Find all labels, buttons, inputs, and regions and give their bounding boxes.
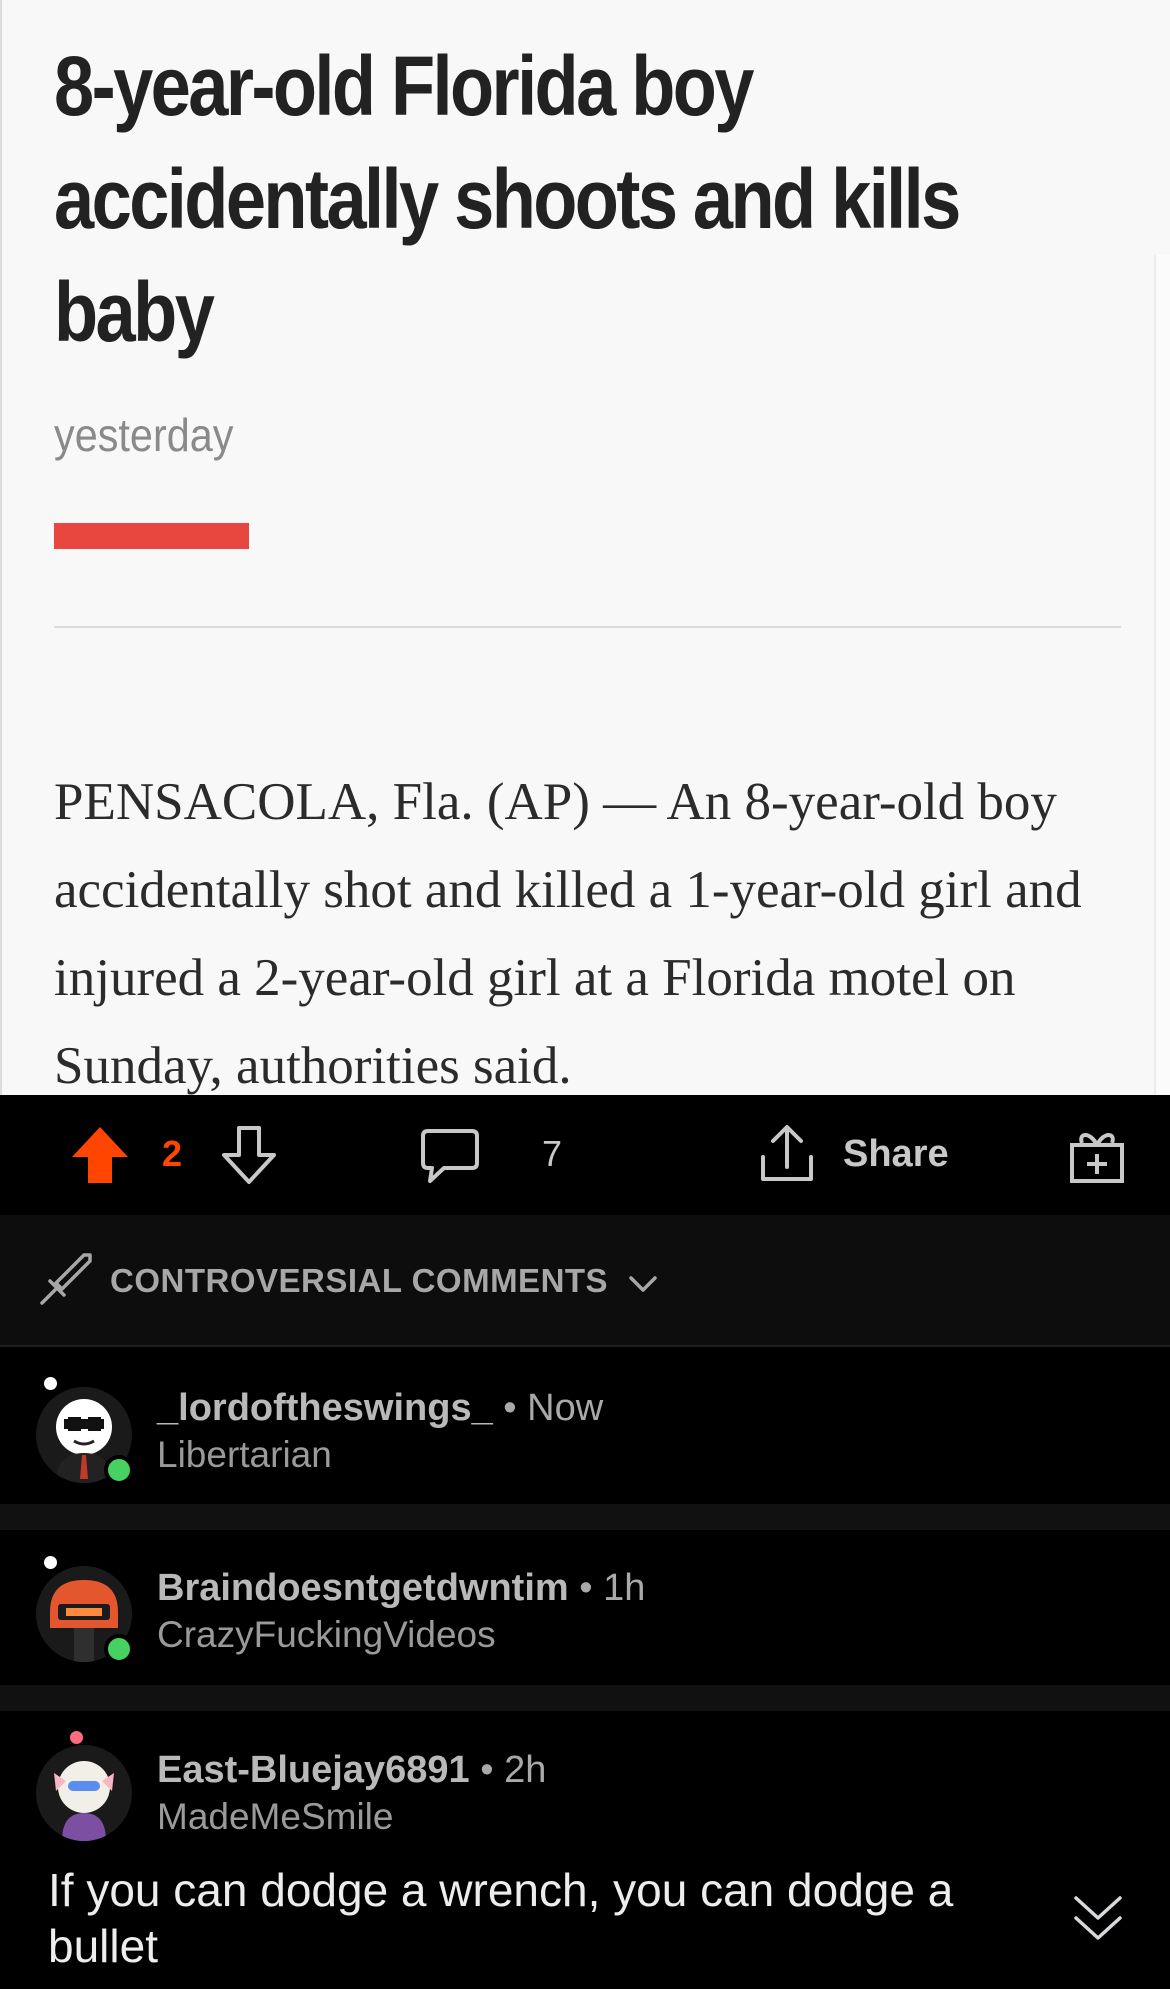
share-label: Share bbox=[843, 1132, 949, 1175]
comment-separator bbox=[0, 1504, 1170, 1530]
share-button[interactable]: Share bbox=[757, 1123, 949, 1185]
collapse-icon[interactable] bbox=[1072, 1892, 1124, 1944]
comment-count-label: 7 bbox=[542, 1133, 563, 1174]
page-edge bbox=[1154, 255, 1170, 1095]
community-name[interactable]: Libertarian bbox=[157, 1434, 332, 1476]
online-indicator bbox=[104, 1455, 134, 1485]
post-action-bar: 2 7 Share bbox=[0, 1095, 1170, 1215]
separator-dot: • bbox=[480, 1749, 505, 1791]
award-button[interactable] bbox=[1068, 1127, 1126, 1185]
article-dateline: yesterday bbox=[54, 409, 234, 461]
comments-button[interactable] bbox=[420, 1127, 480, 1185]
award-icon bbox=[1070, 1133, 1124, 1183]
username[interactable]: _lordoftheswings_ bbox=[157, 1387, 493, 1429]
chevron-down-icon bbox=[629, 1276, 657, 1292]
username[interactable]: East-Bluejay6891 bbox=[157, 1749, 470, 1791]
red-accent-bar bbox=[54, 523, 249, 549]
vote-count-label: 2 bbox=[162, 1133, 183, 1174]
upvote-button[interactable] bbox=[70, 1125, 130, 1185]
article-headline: 8-year-old Florida boy accidentally shoo… bbox=[54, 39, 961, 359]
comment-meta: _lordoftheswings_ • Now bbox=[157, 1387, 603, 1430]
separator-dot: • bbox=[579, 1567, 604, 1609]
article-body: PENSACOLA, Fla. (AP) — An 8-year-old boy… bbox=[54, 773, 1082, 1095]
collapsed-comment[interactable]: Braindoesntgetdwntim • 1h CrazyFuckingVi… bbox=[0, 1530, 1170, 1685]
upvote-icon bbox=[72, 1127, 128, 1183]
share-icon bbox=[761, 1125, 813, 1181]
online-indicator bbox=[104, 1634, 134, 1664]
award-dot bbox=[70, 1731, 83, 1744]
separator-dot: • bbox=[503, 1387, 528, 1429]
comment-body: If you can dodge a wrench, you can dodge… bbox=[48, 1864, 954, 1972]
comment-time: 2h bbox=[504, 1749, 547, 1791]
comment-icon bbox=[421, 1129, 479, 1183]
comment-meta: Braindoesntgetdwntim • 1h bbox=[157, 1567, 645, 1610]
comment-time: 1h bbox=[603, 1567, 646, 1609]
community-name[interactable]: MadeMeSmile bbox=[157, 1796, 393, 1838]
username[interactable]: Braindoesntgetdwntim bbox=[157, 1567, 569, 1609]
comment-count: 7 bbox=[542, 1133, 562, 1175]
avatar[interactable] bbox=[36, 1745, 132, 1841]
article-image[interactable]: 8-year-old Florida boy accidentally shoo… bbox=[0, 0, 1170, 1095]
downvote-icon bbox=[222, 1126, 276, 1184]
sort-label: CONTROVERSIAL COMMENTS bbox=[110, 1262, 609, 1299]
comment-meta: East-Bluejay6891 • 2h bbox=[157, 1749, 546, 1792]
community-name[interactable]: CrazyFuckingVideos bbox=[157, 1614, 496, 1656]
downvote-button[interactable] bbox=[220, 1125, 278, 1185]
comment-sort-bar[interactable]: CONTROVERSIAL COMMENTS bbox=[0, 1215, 1170, 1347]
creature-avatar-icon bbox=[54, 1761, 114, 1841]
award-dot bbox=[44, 1377, 57, 1390]
divider bbox=[54, 626, 1121, 628]
award-dot bbox=[44, 1556, 57, 1569]
sword-icon bbox=[40, 1253, 92, 1305]
comment-separator bbox=[0, 1685, 1170, 1711]
collapsed-comment[interactable]: _lordoftheswings_ • Now Libertarian bbox=[0, 1347, 1170, 1504]
vote-count: 2 bbox=[162, 1133, 182, 1175]
comment-time: Now bbox=[527, 1387, 604, 1429]
